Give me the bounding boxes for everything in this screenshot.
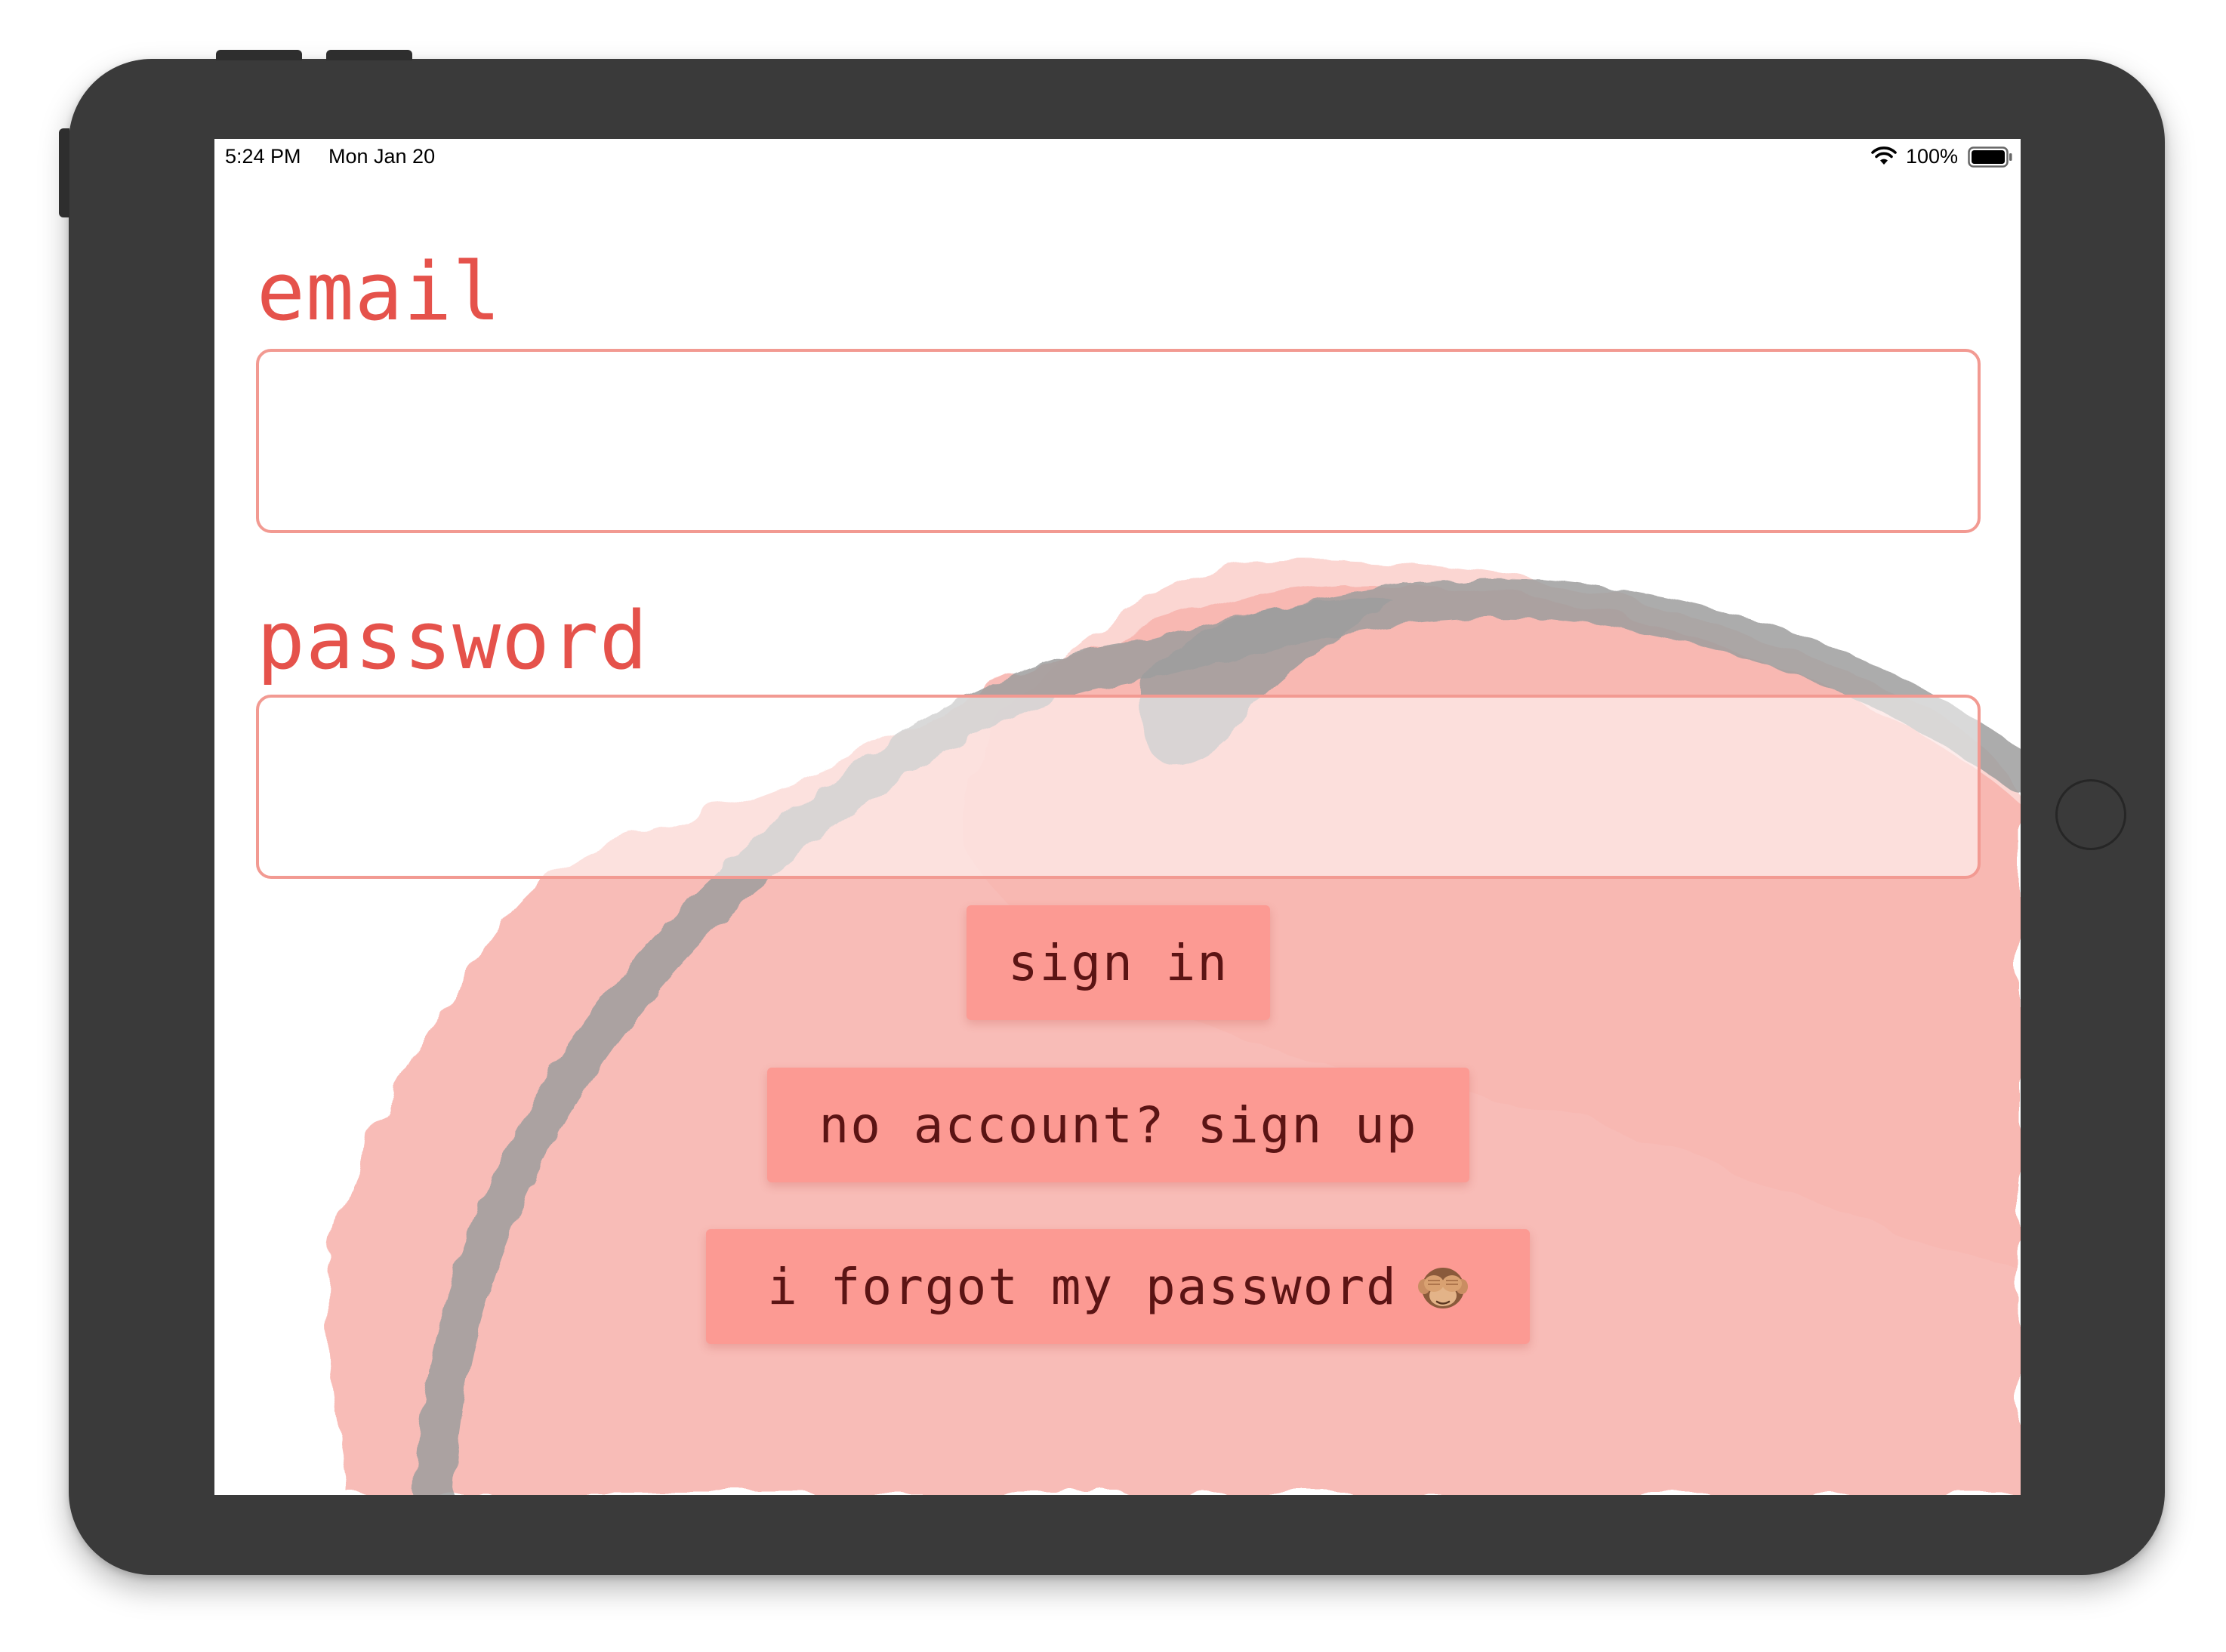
status-time: 5:24 PM (225, 145, 301, 168)
forgot-password-label: i forgot my password (767, 1257, 1398, 1316)
home-button[interactable] (2055, 779, 2126, 850)
forgot-password-button[interactable]: i forgot my password (706, 1229, 1530, 1344)
battery-icon (1968, 146, 2012, 168)
email-field[interactable] (256, 349, 1981, 533)
password-field[interactable] (256, 695, 1981, 879)
volume-down-button (326, 50, 412, 60)
battery-percentage: 100% (1906, 145, 1959, 168)
app-screen: 5:24 PM Mon Jan 20 100% email password s… (214, 139, 2021, 1495)
power-button (59, 128, 69, 217)
status-bar: 5:24 PM Mon Jan 20 100% (214, 139, 2021, 175)
sign-up-label: no account? sign up (819, 1096, 1418, 1154)
sign-in-button[interactable]: sign in (967, 905, 1270, 1020)
wifi-icon (1871, 146, 1897, 165)
see-no-evil-monkey-icon (1417, 1268, 1468, 1308)
status-date: Mon Jan 20 (328, 145, 436, 168)
sign-up-button[interactable]: no account? sign up (767, 1068, 1469, 1182)
volume-up-button (216, 50, 302, 60)
password-label: password (257, 594, 649, 687)
email-label: email (257, 245, 502, 338)
sign-in-label: sign in (1007, 933, 1229, 992)
